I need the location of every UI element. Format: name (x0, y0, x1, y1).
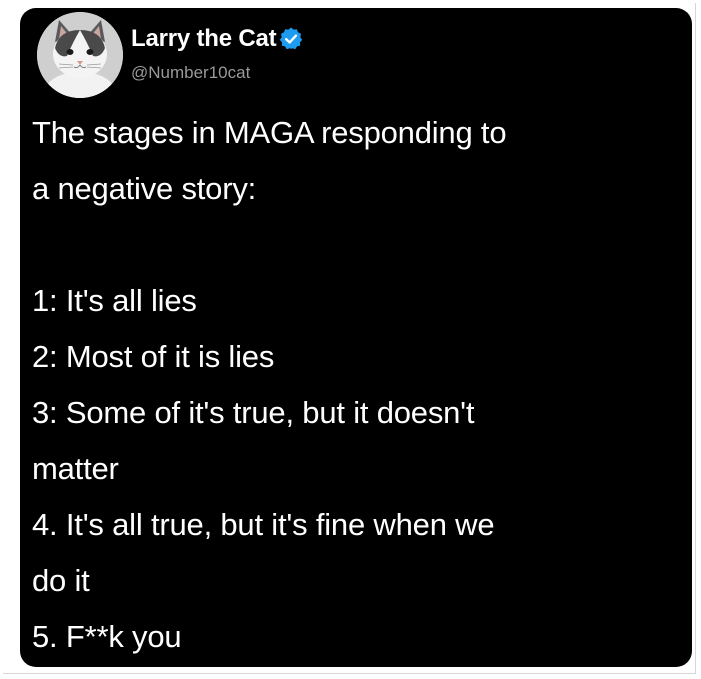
screenshot-frame: Larry the Cat @Number10cat The stages in… (3, 3, 696, 674)
author-name-row[interactable]: Larry the Cat (131, 24, 304, 54)
author-handle[interactable]: @Number10cat (131, 63, 250, 83)
author-display-name[interactable]: Larry the Cat (131, 25, 277, 53)
tweet-text: The stages in MAGA responding to a negat… (32, 115, 507, 654)
avatar[interactable] (37, 12, 123, 98)
verified-badge-icon (278, 26, 304, 52)
cat-avatar-icon (37, 12, 123, 98)
tweet-card: Larry the Cat @Number10cat The stages in… (20, 8, 692, 667)
